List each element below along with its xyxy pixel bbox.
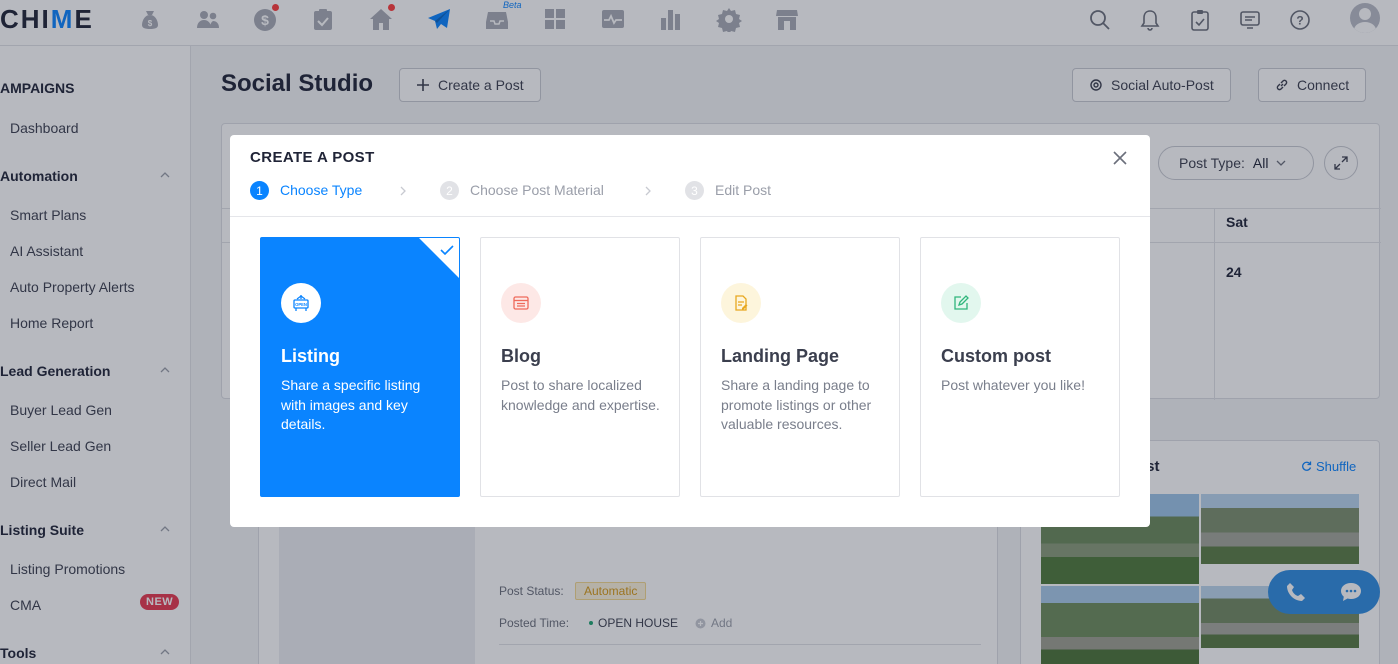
card-description: Share a landing page to promote listings…: [721, 377, 872, 432]
create-post-modal: CREATE A POST 1 Choose Type 2 Choose Pos…: [230, 135, 1150, 527]
post-type-card-blog[interactable]: Blog Post to share localized knowledge a…: [480, 237, 680, 497]
post-type-card-listing[interactable]: OPEN Listing Share a specific listing wi…: [260, 237, 460, 497]
step-3-label: Edit Post: [715, 182, 772, 198]
browser-window-icon: [501, 283, 541, 323]
card-description: Post to share localized knowledge and ex…: [501, 377, 660, 413]
step-1-number: 1: [250, 181, 269, 200]
selected-corner: [419, 238, 459, 278]
card-title: Custom post: [941, 346, 1051, 366]
step-2-number: 2: [440, 181, 459, 200]
card-description: Share a specific listing with images and…: [281, 377, 421, 432]
card-title: Landing Page: [721, 346, 840, 366]
pencil-square-icon: [941, 283, 981, 323]
modal-header-divider: [230, 216, 1150, 217]
post-type-card-custom-post[interactable]: Custom post Post whatever you like!: [920, 237, 1120, 497]
document-edit-icon: [721, 283, 761, 323]
post-type-card-landing-page[interactable]: Landing Page Share a landing page to pro…: [700, 237, 900, 497]
card-title: Listing: [281, 346, 340, 366]
close-icon[interactable]: [1112, 150, 1128, 166]
open-house-sign-icon: OPEN: [281, 283, 321, 323]
chevron-right-icon: [645, 186, 651, 196]
step-3-number: 3: [685, 181, 704, 200]
card-title: Blog: [501, 346, 541, 366]
card-description: Post whatever you like!: [941, 377, 1085, 393]
step-2-label: Choose Post Material: [470, 182, 604, 198]
svg-text:OPEN: OPEN: [295, 302, 307, 307]
checkmark-icon: [440, 245, 454, 255]
step-1-label[interactable]: Choose Type: [280, 182, 362, 198]
chevron-right-icon: [400, 186, 406, 196]
stepper: 1 Choose Type 2 Choose Post Material 3 E…: [250, 181, 950, 201]
modal-title: CREATE A POST: [250, 149, 375, 166]
